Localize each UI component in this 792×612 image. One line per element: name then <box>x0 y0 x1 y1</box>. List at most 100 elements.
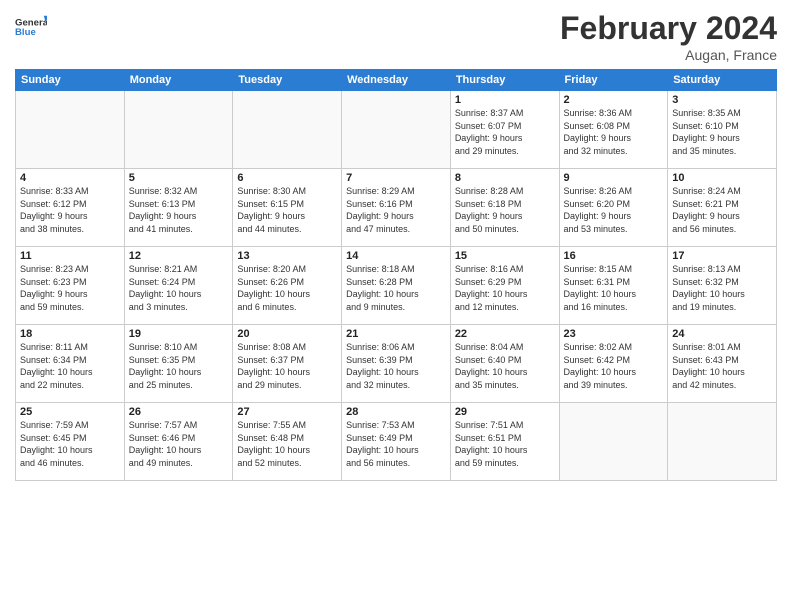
day-number: 10 <box>672 172 772 184</box>
calendar-cell: 7Sunrise: 8:29 AM Sunset: 6:16 PM Daylig… <box>342 169 451 247</box>
day-number: 8 <box>455 172 555 184</box>
day-info: Sunrise: 7:51 AM Sunset: 6:51 PM Dayligh… <box>455 419 555 469</box>
day-number: 12 <box>129 250 229 262</box>
calendar-cell: 3Sunrise: 8:35 AM Sunset: 6:10 PM Daylig… <box>668 91 777 169</box>
day-info: Sunrise: 8:01 AM Sunset: 6:43 PM Dayligh… <box>672 341 772 391</box>
day-number: 1 <box>455 94 555 106</box>
col-friday: Friday <box>559 70 668 91</box>
day-number: 23 <box>564 328 664 340</box>
calendar-cell: 1Sunrise: 8:37 AM Sunset: 6:07 PM Daylig… <box>450 91 559 169</box>
calendar-cell: 17Sunrise: 8:13 AM Sunset: 6:32 PM Dayli… <box>668 247 777 325</box>
day-number: 17 <box>672 250 772 262</box>
day-number: 27 <box>237 406 337 418</box>
calendar-cell: 14Sunrise: 8:18 AM Sunset: 6:28 PM Dayli… <box>342 247 451 325</box>
col-thursday: Thursday <box>450 70 559 91</box>
day-number: 20 <box>237 328 337 340</box>
day-info: Sunrise: 7:55 AM Sunset: 6:48 PM Dayligh… <box>237 419 337 469</box>
logo-icon: General Blue <box>15 10 47 46</box>
day-number: 11 <box>20 250 120 262</box>
day-info: Sunrise: 8:10 AM Sunset: 6:35 PM Dayligh… <box>129 341 229 391</box>
col-wednesday: Wednesday <box>342 70 451 91</box>
location: Augan, France <box>560 47 777 63</box>
calendar-cell: 26Sunrise: 7:57 AM Sunset: 6:46 PM Dayli… <box>124 403 233 481</box>
day-info: Sunrise: 7:59 AM Sunset: 6:45 PM Dayligh… <box>20 419 120 469</box>
day-info: Sunrise: 8:24 AM Sunset: 6:21 PM Dayligh… <box>672 185 772 235</box>
day-info: Sunrise: 8:21 AM Sunset: 6:24 PM Dayligh… <box>129 263 229 313</box>
day-info: Sunrise: 8:04 AM Sunset: 6:40 PM Dayligh… <box>455 341 555 391</box>
day-info: Sunrise: 8:23 AM Sunset: 6:23 PM Dayligh… <box>20 263 120 313</box>
svg-text:Blue: Blue <box>15 27 36 38</box>
week-row-1: 1Sunrise: 8:37 AM Sunset: 6:07 PM Daylig… <box>16 91 777 169</box>
day-info: Sunrise: 7:57 AM Sunset: 6:46 PM Dayligh… <box>129 419 229 469</box>
week-row-4: 18Sunrise: 8:11 AM Sunset: 6:34 PM Dayli… <box>16 325 777 403</box>
calendar-cell <box>16 91 125 169</box>
day-number: 18 <box>20 328 120 340</box>
calendar-cell: 19Sunrise: 8:10 AM Sunset: 6:35 PM Dayli… <box>124 325 233 403</box>
calendar-cell: 9Sunrise: 8:26 AM Sunset: 6:20 PM Daylig… <box>559 169 668 247</box>
header: General Blue February 2024 Augan, France <box>15 10 777 63</box>
calendar-cell: 15Sunrise: 8:16 AM Sunset: 6:29 PM Dayli… <box>450 247 559 325</box>
calendar-cell <box>233 91 342 169</box>
day-info: Sunrise: 8:28 AM Sunset: 6:18 PM Dayligh… <box>455 185 555 235</box>
day-number: 15 <box>455 250 555 262</box>
calendar-cell: 29Sunrise: 7:51 AM Sunset: 6:51 PM Dayli… <box>450 403 559 481</box>
calendar-cell <box>559 403 668 481</box>
calendar-cell: 4Sunrise: 8:33 AM Sunset: 6:12 PM Daylig… <box>16 169 125 247</box>
calendar-cell <box>342 91 451 169</box>
day-info: Sunrise: 8:29 AM Sunset: 6:16 PM Dayligh… <box>346 185 446 235</box>
calendar-cell: 25Sunrise: 7:59 AM Sunset: 6:45 PM Dayli… <box>16 403 125 481</box>
day-number: 24 <box>672 328 772 340</box>
day-number: 22 <box>455 328 555 340</box>
day-info: Sunrise: 8:06 AM Sunset: 6:39 PM Dayligh… <box>346 341 446 391</box>
calendar-cell: 18Sunrise: 8:11 AM Sunset: 6:34 PM Dayli… <box>16 325 125 403</box>
day-info: Sunrise: 8:16 AM Sunset: 6:29 PM Dayligh… <box>455 263 555 313</box>
calendar-table: Sunday Monday Tuesday Wednesday Thursday… <box>15 69 777 481</box>
calendar-cell: 28Sunrise: 7:53 AM Sunset: 6:49 PM Dayli… <box>342 403 451 481</box>
logo: General Blue <box>15 10 47 46</box>
day-number: 3 <box>672 94 772 106</box>
day-number: 9 <box>564 172 664 184</box>
calendar-cell: 24Sunrise: 8:01 AM Sunset: 6:43 PM Dayli… <box>668 325 777 403</box>
day-info: Sunrise: 8:30 AM Sunset: 6:15 PM Dayligh… <box>237 185 337 235</box>
day-info: Sunrise: 8:02 AM Sunset: 6:42 PM Dayligh… <box>564 341 664 391</box>
day-number: 14 <box>346 250 446 262</box>
day-number: 28 <box>346 406 446 418</box>
page: General Blue February 2024 Augan, France… <box>0 0 792 612</box>
day-number: 19 <box>129 328 229 340</box>
day-number: 2 <box>564 94 664 106</box>
col-monday: Monday <box>124 70 233 91</box>
title-block: February 2024 Augan, France <box>560 10 777 63</box>
calendar-cell: 12Sunrise: 8:21 AM Sunset: 6:24 PM Dayli… <box>124 247 233 325</box>
month-title: February 2024 <box>560 10 777 47</box>
calendar-cell <box>124 91 233 169</box>
calendar-cell: 21Sunrise: 8:06 AM Sunset: 6:39 PM Dayli… <box>342 325 451 403</box>
col-saturday: Saturday <box>668 70 777 91</box>
day-info: Sunrise: 7:53 AM Sunset: 6:49 PM Dayligh… <box>346 419 446 469</box>
day-number: 13 <box>237 250 337 262</box>
calendar-cell: 13Sunrise: 8:20 AM Sunset: 6:26 PM Dayli… <box>233 247 342 325</box>
calendar-cell: 20Sunrise: 8:08 AM Sunset: 6:37 PM Dayli… <box>233 325 342 403</box>
calendar-header-row: Sunday Monday Tuesday Wednesday Thursday… <box>16 70 777 91</box>
calendar-cell: 2Sunrise: 8:36 AM Sunset: 6:08 PM Daylig… <box>559 91 668 169</box>
col-tuesday: Tuesday <box>233 70 342 91</box>
day-info: Sunrise: 8:15 AM Sunset: 6:31 PM Dayligh… <box>564 263 664 313</box>
day-info: Sunrise: 8:18 AM Sunset: 6:28 PM Dayligh… <box>346 263 446 313</box>
day-number: 29 <box>455 406 555 418</box>
calendar-cell <box>668 403 777 481</box>
calendar-cell: 8Sunrise: 8:28 AM Sunset: 6:18 PM Daylig… <box>450 169 559 247</box>
day-number: 4 <box>20 172 120 184</box>
calendar-cell: 22Sunrise: 8:04 AM Sunset: 6:40 PM Dayli… <box>450 325 559 403</box>
day-number: 26 <box>129 406 229 418</box>
week-row-3: 11Sunrise: 8:23 AM Sunset: 6:23 PM Dayli… <box>16 247 777 325</box>
calendar-cell: 5Sunrise: 8:32 AM Sunset: 6:13 PM Daylig… <box>124 169 233 247</box>
day-info: Sunrise: 8:08 AM Sunset: 6:37 PM Dayligh… <box>237 341 337 391</box>
day-number: 16 <box>564 250 664 262</box>
day-info: Sunrise: 8:20 AM Sunset: 6:26 PM Dayligh… <box>237 263 337 313</box>
calendar-cell: 6Sunrise: 8:30 AM Sunset: 6:15 PM Daylig… <box>233 169 342 247</box>
calendar-cell: 10Sunrise: 8:24 AM Sunset: 6:21 PM Dayli… <box>668 169 777 247</box>
week-row-5: 25Sunrise: 7:59 AM Sunset: 6:45 PM Dayli… <box>16 403 777 481</box>
calendar-cell: 11Sunrise: 8:23 AM Sunset: 6:23 PM Dayli… <box>16 247 125 325</box>
day-number: 21 <box>346 328 446 340</box>
day-info: Sunrise: 8:35 AM Sunset: 6:10 PM Dayligh… <box>672 107 772 157</box>
calendar-cell: 27Sunrise: 7:55 AM Sunset: 6:48 PM Dayli… <box>233 403 342 481</box>
